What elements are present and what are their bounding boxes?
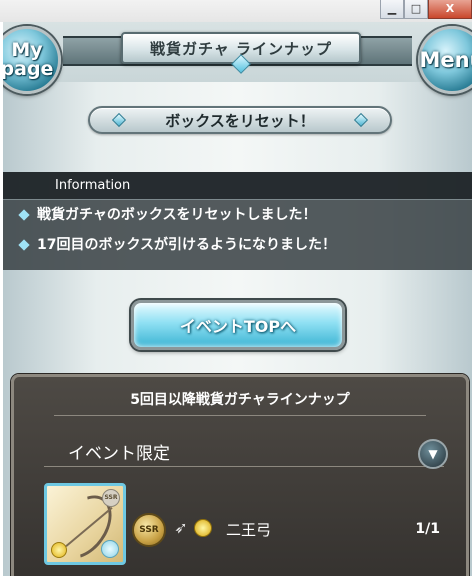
game-screen: 戦貨ガチャ ラインナップ My page Menu ボックスをリセット！ Inf…	[3, 22, 472, 576]
header-bar: 戦貨ガチャ ラインナップ My page Menu	[3, 22, 472, 94]
info-line: 戦貨ガチャのボックスをリセットしました！	[3, 200, 472, 230]
info-line: 17回目のボックスが引けるようになりました！	[3, 230, 472, 260]
mypage-label-line2: page	[3, 58, 54, 80]
information-heading: Information	[3, 172, 472, 200]
reset-banner: ボックスをリセット！	[88, 106, 392, 134]
lineup-title: 5回目以降戦貨ガチャラインナップ	[130, 392, 350, 408]
menu-label: Menu	[419, 47, 472, 72]
divider	[54, 415, 426, 416]
item-name: 二王弓	[226, 521, 272, 539]
window-titlebar: ▁ □ X	[0, 0, 472, 22]
skill-orb-icon	[101, 540, 119, 558]
bullet-icon	[18, 209, 30, 221]
gold-orb-icon	[51, 542, 67, 558]
lineup-panel: 5回目以降戦貨ガチャラインナップ イベント限定 ▼ SSR SSR ➶ 二王弓 …	[11, 374, 469, 576]
item-count: 1/1	[415, 521, 440, 537]
section-header-event-limited[interactable]: イベント限定 ▼	[44, 433, 448, 469]
info-line-text: 17回目のボックスが引けるようになりました！	[37, 237, 337, 253]
info-line-text: 戦貨ガチャのボックスをリセットしました！	[37, 207, 317, 223]
reset-banner-label: ボックスをリセット！	[165, 111, 315, 130]
minimize-button[interactable]: ▁	[380, 0, 404, 19]
light-element-icon	[194, 519, 212, 537]
bow-icon: ➶	[174, 518, 188, 537]
gem-right-icon	[353, 112, 369, 128]
close-button[interactable]: X	[428, 0, 472, 19]
ssr-thumb-badge: SSR	[102, 489, 120, 507]
rarity-badge: SSR	[132, 513, 166, 547]
event-top-label: イベントTOPへ	[179, 317, 297, 336]
mypage-button[interactable]: My page	[3, 26, 61, 94]
maximize-button[interactable]: □	[404, 0, 428, 19]
information-panel: Information 戦貨ガチャのボックスをリセットしました！ 17回目のボッ…	[3, 172, 472, 270]
item-thumbnail[interactable]: SSR	[44, 483, 126, 565]
chevron-down-icon[interactable]: ▼	[418, 439, 448, 469]
window-controls: ▁ □ X	[380, 0, 472, 20]
gem-left-icon	[111, 112, 127, 128]
section-label: イベント限定	[68, 444, 170, 464]
menu-button[interactable]: Menu	[418, 26, 472, 94]
event-top-button[interactable]: イベントTOPへ	[131, 300, 345, 350]
header-title-plate: 戦貨ガチャ ラインナップ	[121, 32, 361, 74]
bullet-icon	[18, 239, 30, 251]
